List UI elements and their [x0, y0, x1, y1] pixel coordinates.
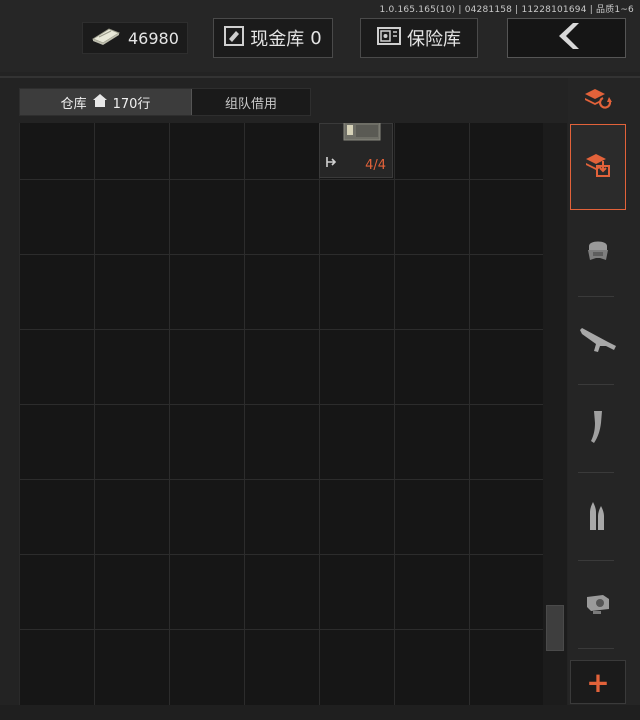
sidebar-divider [578, 648, 614, 649]
magazine-item-icon [342, 123, 382, 146]
cash-vault-value: 0 [310, 27, 322, 49]
inventory-item-magazine[interactable]: 4/4 [319, 123, 393, 178]
cash-vault-icon [224, 25, 245, 51]
header-divider [0, 76, 640, 78]
grid-line [394, 123, 395, 705]
money-value: 46980 [128, 28, 179, 48]
grid-line [319, 123, 320, 705]
cash-vault-label: 现金库 [250, 29, 305, 50]
storage-icon [583, 151, 613, 183]
grid-line [20, 629, 543, 630]
exit-icon [326, 153, 338, 172]
grid-line [20, 329, 543, 330]
grid-line [469, 123, 470, 705]
grid-line [244, 123, 245, 705]
tab-team-borrow[interactable]: 组队借用 [192, 89, 310, 115]
version-info: 1.0.165.165(10) | 04281158 | 11228101694… [379, 5, 634, 15]
cash-stack-icon [91, 27, 121, 49]
grid-line [20, 179, 543, 180]
refresh-icon [583, 86, 613, 114]
category-rifle[interactable] [570, 298, 626, 384]
rifle-icon [578, 324, 618, 358]
grid-line [20, 479, 543, 480]
sort-refresh-button[interactable] [570, 78, 626, 122]
category-scope[interactable] [570, 562, 626, 648]
category-storage[interactable] [570, 124, 626, 210]
chevron-left-icon [553, 21, 581, 56]
grid-line [169, 123, 170, 705]
item-count: 4/4 [365, 158, 386, 173]
safe-label: 保险库 [407, 29, 461, 50]
scrollbar-thumb[interactable] [546, 605, 564, 651]
safe-button[interactable]: 保险库 [360, 18, 478, 58]
tab-team-borrow-label: 组队借用 [224, 96, 277, 112]
home-icon [92, 93, 107, 111]
safe-icon [377, 26, 401, 50]
back-button[interactable] [507, 18, 626, 58]
armor-icon [583, 236, 613, 270]
grid-line [20, 404, 543, 405]
money-display: 46980 [82, 22, 188, 54]
inventory-grid[interactable]: 4/4 [19, 123, 543, 705]
magazine-icon [588, 409, 608, 449]
sidebar-divider [578, 560, 614, 561]
tab-warehouse[interactable]: 仓库 170行 [20, 89, 192, 115]
warehouse-rows: 170行 [112, 96, 151, 112]
grid-line [20, 254, 543, 255]
category-magazine[interactable] [570, 386, 626, 472]
sidebar-divider [578, 296, 614, 297]
cash-vault-button[interactable]: 现金库 0 [213, 18, 333, 58]
grid-line [20, 554, 543, 555]
plus-icon: + [586, 665, 610, 699]
bottom-bar [0, 705, 640, 720]
sidebar-divider [578, 384, 614, 385]
ammo-icon [586, 498, 610, 536]
sidebar-divider [578, 472, 614, 473]
tab-warehouse-label: 仓库 [60, 96, 87, 112]
category-ammo[interactable] [570, 474, 626, 560]
warehouse-tabs: 仓库 170行 组队借用 [19, 88, 311, 116]
grid-line [94, 123, 95, 705]
add-button[interactable]: + [570, 660, 626, 704]
category-armor[interactable] [570, 210, 626, 296]
scope-icon [583, 589, 613, 621]
category-sidebar [568, 78, 640, 720]
